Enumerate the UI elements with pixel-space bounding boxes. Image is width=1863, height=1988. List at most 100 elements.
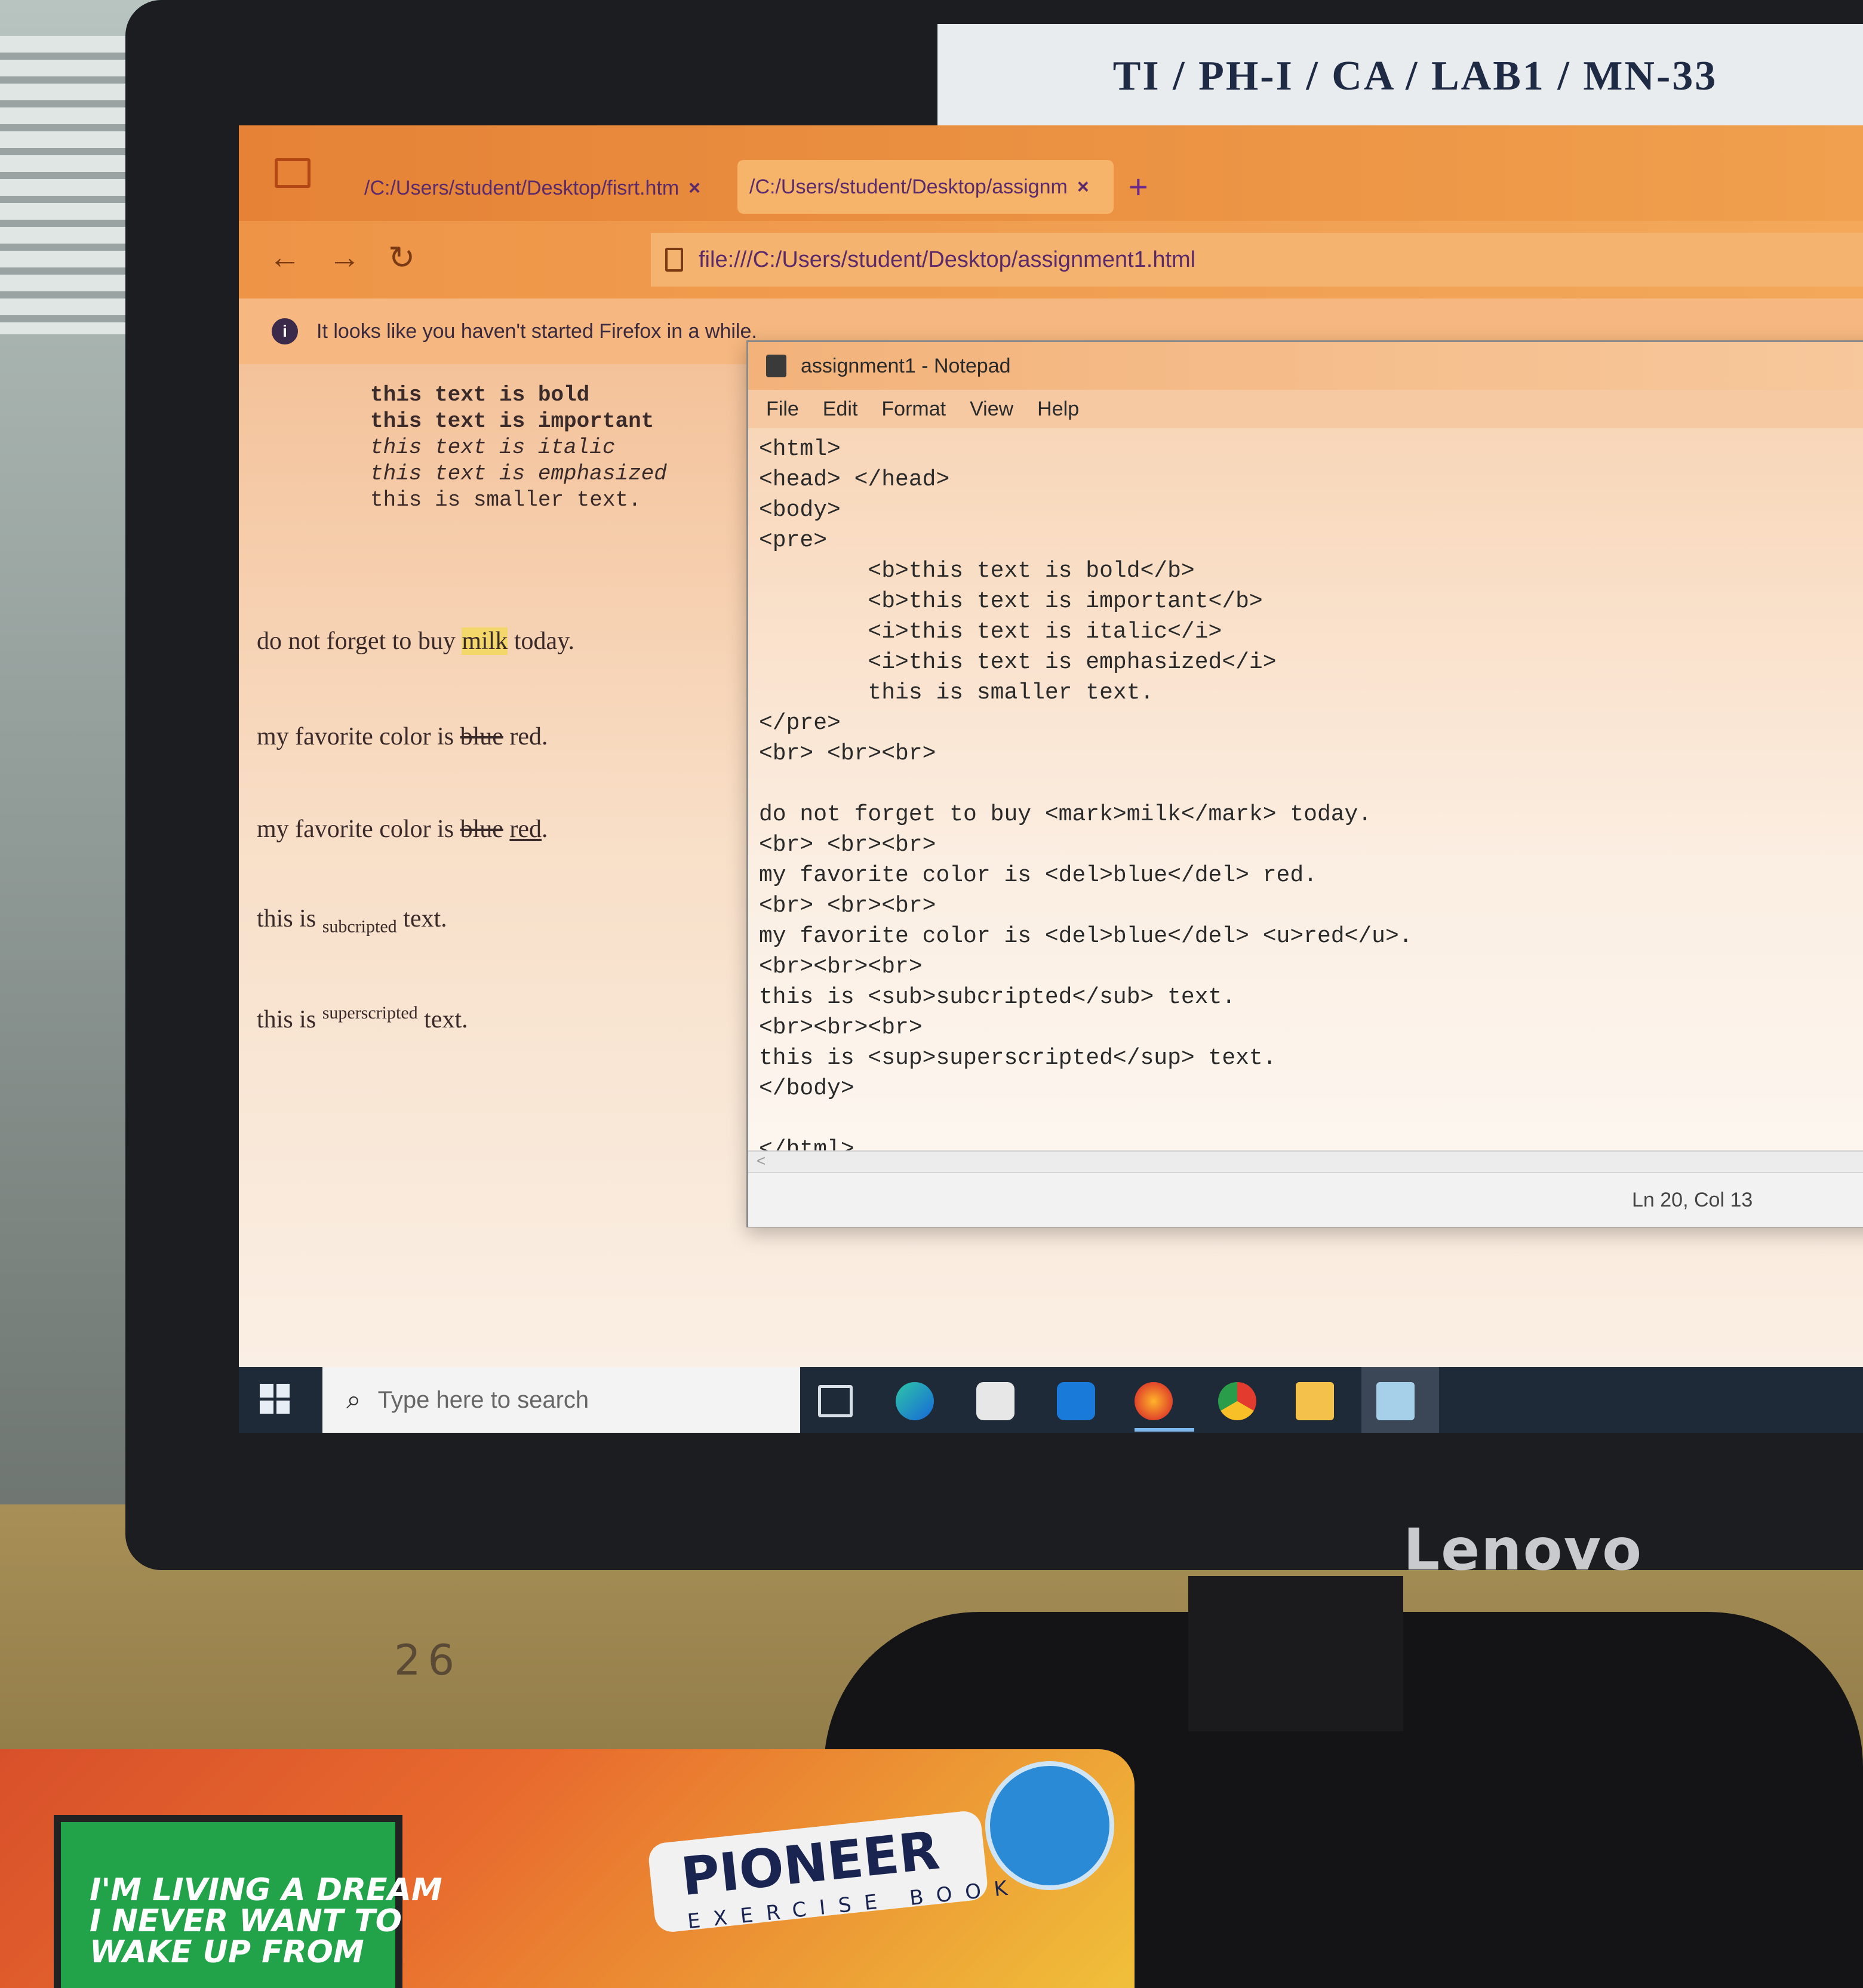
bold-text: this text is bold xyxy=(370,383,590,407)
text: my favorite color is xyxy=(257,723,460,750)
important-text: this text is important xyxy=(370,409,654,433)
notepad-editor[interactable]: <html> <head> </head> <body> <pre> <b>this … xyxy=(748,428,1863,1150)
code-line: do not forget to buy <mark>milk</mark> t… xyxy=(759,802,1372,827)
code-line: <br> <br><br> xyxy=(759,893,936,919)
url-text: file:///C:/Users/student/Desktop/assignm… xyxy=(699,247,1196,272)
deleted-word: blue xyxy=(460,815,503,843)
code-line: <pre> xyxy=(759,528,828,553)
code-line: my favorite color is <del>blue</del> red… xyxy=(759,863,1317,888)
code-line: <i>this text is emphasized</i> xyxy=(759,650,1277,675)
new-tab-button[interactable]: + xyxy=(1129,167,1148,206)
status-bar: Ln 20, Col 13 xyxy=(748,1172,1863,1227)
browser-navbar: ← → ↻ file:///C:/Users/student/Desktop/a… xyxy=(239,221,1863,298)
notepad-window[interactable]: assignment1 - Notepad File Edit Format V… xyxy=(746,340,1863,1227)
text: my favorite color is xyxy=(257,815,460,843)
menu-help[interactable]: Help xyxy=(1037,398,1079,421)
superscript-word: superscripted xyxy=(322,1003,418,1023)
highlighted-word: milk xyxy=(462,627,508,655)
tab-label: /C:/Users/student/Desktop/fisrt.htm xyxy=(364,176,680,199)
smaller-text: this is smaller text. xyxy=(370,488,641,512)
del-line: my favorite color is blue red. xyxy=(257,722,548,751)
code-line: this is smaller text. xyxy=(759,680,1154,706)
text: this is xyxy=(257,905,322,933)
edge-icon[interactable] xyxy=(896,1382,934,1420)
italic-text: this text is italic xyxy=(370,435,616,460)
firefox-icon[interactable] xyxy=(1135,1382,1173,1420)
search-placeholder: Type here to search xyxy=(377,1386,589,1413)
horizontal-scrollbar[interactable]: < xyxy=(748,1150,1863,1172)
notepad-menu-bar: File Edit Format View Help xyxy=(748,390,1863,428)
code-line: <html> xyxy=(759,436,841,462)
text: . xyxy=(542,815,548,843)
reload-button[interactable]: ↻ xyxy=(388,239,415,276)
window-title: assignment1 - Notepad xyxy=(801,354,1011,377)
code-line: my favorite color is <del>blue</del> <u>… xyxy=(759,924,1413,949)
code-line: <br><br><br> xyxy=(759,1015,923,1041)
running-indicator xyxy=(1135,1428,1194,1432)
code-line: </html> xyxy=(759,1137,854,1150)
code-line: </pre> xyxy=(759,710,841,736)
text: today. xyxy=(508,627,574,655)
menu-file[interactable]: File xyxy=(766,398,799,421)
tab-label: /C:/Users/student/Desktop/assignm xyxy=(749,175,1068,198)
code-line: <br><br><br> xyxy=(759,954,923,980)
page-icon xyxy=(665,248,683,272)
notepad-taskbar-icon[interactable] xyxy=(1376,1382,1415,1420)
code-line: this is <sup>superscripted</sup> text. xyxy=(759,1045,1277,1071)
forward-button[interactable]: → xyxy=(328,239,361,276)
taskbar: ⌕ Type here to search xyxy=(239,1367,1863,1433)
book-sticker xyxy=(985,1761,1114,1890)
menu-format[interactable]: Format xyxy=(881,398,946,421)
back-button[interactable]: ← xyxy=(269,239,301,276)
underlined-word: red xyxy=(509,815,542,843)
text: red. xyxy=(503,723,548,750)
screen: /C:/Users/student/Desktop/fisrt.htm × /C… xyxy=(239,125,1863,1433)
code-line: <b>this text is important</b> xyxy=(759,589,1263,614)
exercise-book: I'M LIVING A DREAM I NEVER WANT TO WAKE … xyxy=(0,1749,1135,1988)
code-line: <body> xyxy=(759,497,841,523)
subscript-line: this is subcripted text. xyxy=(257,904,447,937)
notepad-title-bar[interactable]: assignment1 - Notepad xyxy=(748,342,1863,390)
close-icon[interactable]: × xyxy=(688,177,700,200)
browser-tab-strip: /C:/Users/student/Desktop/fisrt.htm × /C… xyxy=(239,125,1863,221)
task-view-icon[interactable] xyxy=(818,1385,853,1417)
code-line: <i>this text is italic</i> xyxy=(759,619,1222,645)
close-icon[interactable]: × xyxy=(1077,176,1089,199)
mark-line: do not forget to buy milk today. xyxy=(257,627,574,656)
emphasized-text: this text is emphasized xyxy=(370,461,667,486)
code-line: <br> <br><br> xyxy=(759,832,936,858)
code-line: <b>this text is bold</b> xyxy=(759,558,1195,584)
taskbar-search[interactable]: ⌕ Type here to search xyxy=(322,1367,800,1433)
menu-edit[interactable]: Edit xyxy=(823,398,858,421)
text: text. xyxy=(417,1006,468,1033)
text: text. xyxy=(396,905,447,933)
windows-start-icon[interactable] xyxy=(260,1384,290,1414)
text: do not forget to buy xyxy=(257,627,462,655)
monitor-label: TI / PH-I / CA / LAB1 / MN-33 xyxy=(937,24,1863,128)
code-line: <br> <br><br> xyxy=(759,741,936,767)
menu-view[interactable]: View xyxy=(970,398,1013,421)
tab-assignment[interactable]: /C:/Users/student/Desktop/assignm × xyxy=(737,160,1114,214)
code-line: </body> xyxy=(759,1076,854,1101)
notepad-icon xyxy=(766,355,786,377)
search-icon: ⌕ xyxy=(346,1385,361,1414)
chrome-icon[interactable] xyxy=(1218,1382,1256,1420)
superscript-line: this is superscripted text. xyxy=(257,1003,468,1034)
url-bar[interactable]: file:///C:/Users/student/Desktop/assignm… xyxy=(651,233,1863,287)
monitor-brand-logo: Lenovo xyxy=(1403,1516,1643,1583)
tab-first[interactable]: /C:/Users/student/Desktop/fisrt.htm × xyxy=(352,161,728,215)
store-icon[interactable] xyxy=(976,1382,1014,1420)
code-line: this is <sub>subcripted</sub> text. xyxy=(759,984,1236,1010)
tab-overview-icon[interactable] xyxy=(275,158,310,188)
file-explorer-icon[interactable] xyxy=(1296,1382,1334,1420)
preformatted-block: this text is bold this text is important… xyxy=(370,382,667,513)
monitor-stand xyxy=(1188,1576,1403,1731)
text: this is xyxy=(257,1006,322,1033)
code-line: <head> </head> xyxy=(759,467,950,493)
photo-scene: 26 TI / PH-I / CA / LAB1 / MN-33 Lenovo … xyxy=(0,0,1863,1988)
desk-scribble: 26 xyxy=(394,1636,462,1685)
mail-icon[interactable] xyxy=(1057,1382,1095,1420)
cursor-position: Ln 20, Col 13 xyxy=(1632,1189,1753,1211)
notification-text: It looks like you haven't started Firefo… xyxy=(316,320,757,343)
deleted-word: blue xyxy=(460,723,503,750)
